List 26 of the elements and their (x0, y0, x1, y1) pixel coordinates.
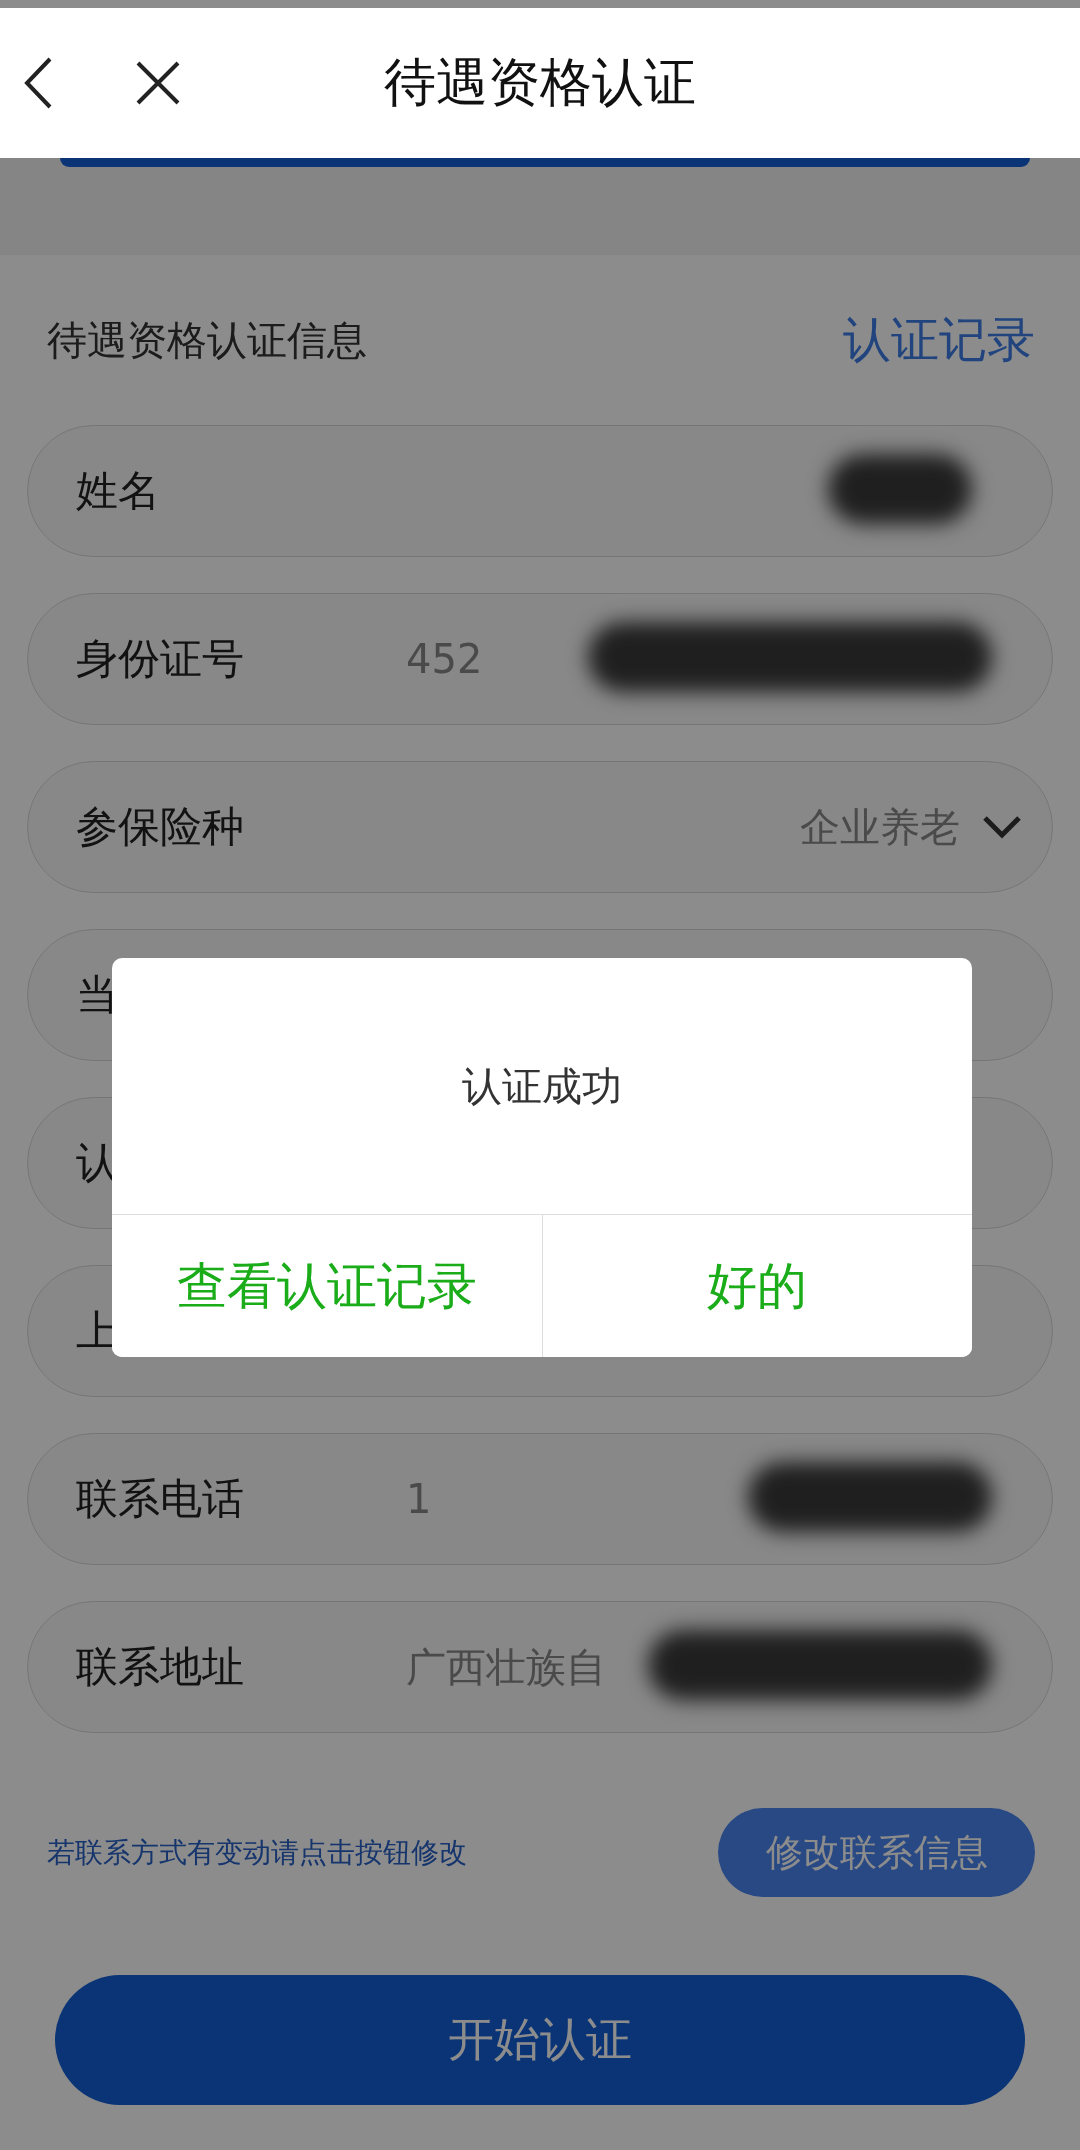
field-value: 452 (406, 636, 483, 682)
field-row[interactable]: 姓名 (27, 425, 1053, 557)
field-value: 广西壮族自 (406, 1642, 606, 1692)
field-label: 身份证号 (76, 633, 245, 685)
section-title: 待遇资格认证信息 (47, 315, 367, 365)
dialog-message: 认证成功 (462, 1061, 622, 1111)
field-label: 认 (76, 1137, 119, 1189)
field-row[interactable]: 联系电话 1 (27, 1433, 1053, 1565)
field-row[interactable]: 身份证号 452 (27, 593, 1053, 725)
field-row[interactable]: 参保险种 企业养老 (27, 761, 1053, 893)
close-icon[interactable] (135, 60, 181, 106)
hint-text: 若联系方式有变动请点击按钮修改 (47, 1834, 467, 1871)
field-label: 联系电话 (76, 1473, 245, 1525)
back-icon[interactable] (22, 55, 54, 111)
field-value: 企业养老 (800, 802, 960, 852)
field-label: 联系地址 (76, 1641, 245, 1693)
start-button[interactable]: 开始认证 (55, 1975, 1025, 2105)
field-label: 当 (76, 969, 119, 1021)
field-row[interactable]: 联系地址 广西壮族自 (27, 1601, 1053, 1733)
chevron-down-icon[interactable] (982, 815, 1022, 839)
records-link[interactable]: 认证记录 (843, 308, 1035, 372)
field-value: 1 (406, 1476, 432, 1522)
field-label: 参保险种 (76, 801, 245, 853)
field-label: 姓名 (76, 465, 161, 517)
page-title: 待遇资格认证 (384, 51, 696, 114)
dialog-button[interactable]: 好的 (541, 1215, 972, 1357)
